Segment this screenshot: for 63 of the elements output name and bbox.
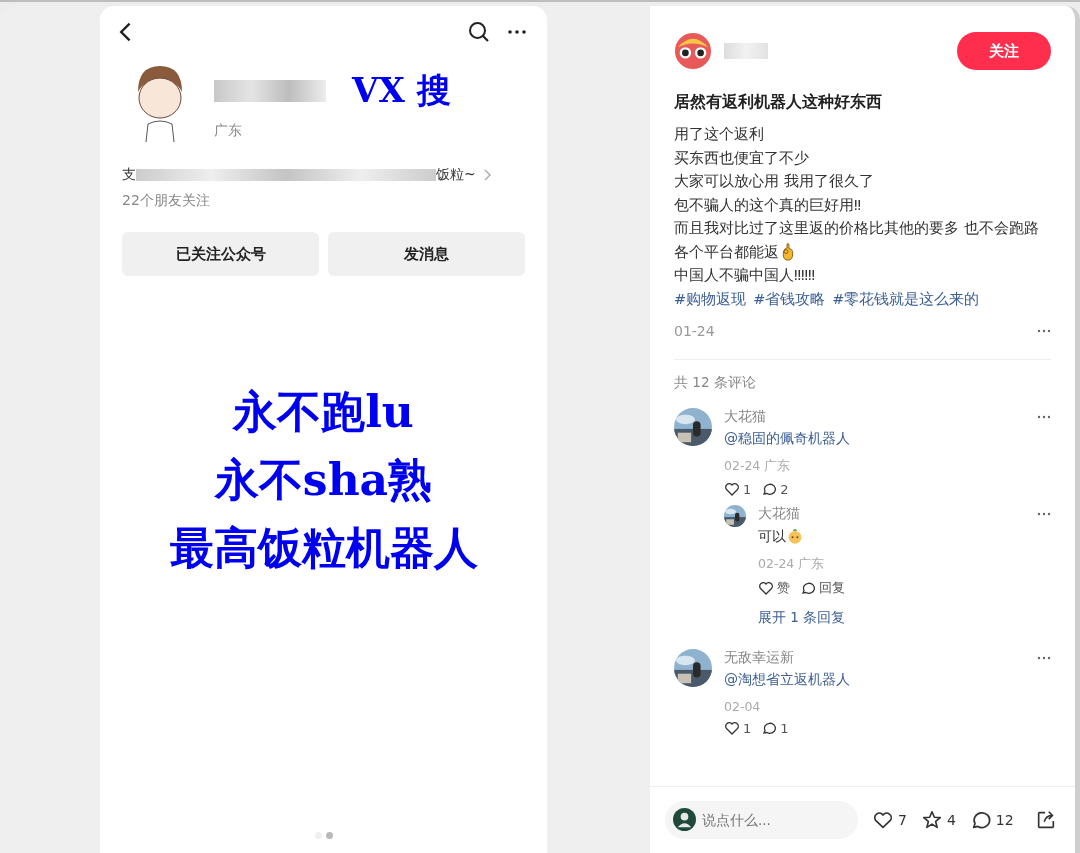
reply-button[interactable]: 1 bbox=[761, 720, 789, 736]
heart-icon bbox=[758, 580, 774, 596]
reply-button[interactable]: 回复 bbox=[800, 579, 845, 597]
comment-text: @稳固的佩奇机器人 bbox=[724, 430, 850, 448]
speech-bubble-icon bbox=[761, 481, 778, 497]
heart-icon bbox=[724, 481, 740, 497]
post-date: 01-24 bbox=[674, 323, 715, 339]
friends-count: 22个朋友关注 bbox=[121, 191, 211, 210]
follow-button[interactable]: 关注 bbox=[957, 32, 1051, 70]
profile-button[interactable]: 已关注公众号 bbox=[122, 232, 319, 276]
expand-replies-link[interactable]: 展开 1 条回复 bbox=[758, 609, 1051, 627]
comment-author[interactable]: 大花猫 bbox=[758, 505, 800, 523]
heart-icon bbox=[872, 809, 894, 831]
profile-button[interactable]: 发消息 bbox=[328, 232, 525, 276]
hashtag-link[interactable]: #零花钱就是这么来的 bbox=[832, 287, 980, 311]
like-button[interactable]: 赞 bbox=[758, 579, 790, 597]
comment-text: 可以 bbox=[758, 527, 786, 546]
comment-meta: 02-24 广东 bbox=[724, 458, 792, 475]
slogan-text: 最高饭粒机器人 bbox=[169, 521, 478, 575]
blurred-name bbox=[724, 43, 768, 59]
post-text: 而且我对比过了这里返的价格比其他的要多 也不会跑路 bbox=[674, 219, 1039, 238]
comment-button[interactable]: 12 bbox=[969, 809, 1014, 831]
star-icon bbox=[920, 809, 943, 831]
bio-text: 饭粒~ bbox=[436, 166, 476, 184]
post-text: 用了这个返利 bbox=[674, 125, 764, 144]
comment-meta: 02-04 bbox=[724, 699, 762, 714]
comment-count: 共 12 条评论 bbox=[674, 374, 757, 392]
comment-text: @淘想省立返机器人 bbox=[724, 671, 850, 689]
hashtag-link[interactable]: #省钱攻略 bbox=[753, 287, 826, 311]
slogan-text: 永不sha熟 bbox=[214, 453, 433, 507]
more-icon[interactable] bbox=[1037, 656, 1051, 660]
page-dot[interactable] bbox=[325, 832, 333, 839]
comment-author[interactable]: 无敌幸运新 bbox=[724, 649, 794, 667]
like-button[interactable]: 7 bbox=[872, 809, 907, 831]
share-icon[interactable] bbox=[1035, 809, 1057, 831]
heart-icon bbox=[724, 720, 740, 736]
like-button[interactable]: 1 bbox=[724, 481, 752, 497]
search-icon[interactable] bbox=[467, 20, 491, 44]
like-button[interactable]: 1 bbox=[724, 720, 752, 736]
speech-bubble-icon bbox=[800, 580, 816, 596]
reply-button[interactable]: 2 bbox=[761, 481, 789, 497]
post-text: 各个平台都能返 bbox=[674, 242, 779, 262]
more-icon[interactable] bbox=[1037, 512, 1051, 516]
user-avatar-icon bbox=[673, 808, 696, 831]
post-title: 居然有返利机器人这种好东西 bbox=[674, 92, 883, 113]
post-text: 中国人不骗中国人‼‼‼ bbox=[674, 266, 816, 285]
post-text: 大家可以放心用 我用了很久了 bbox=[674, 172, 874, 191]
comment-input[interactable]: 说点什么... bbox=[665, 801, 858, 839]
post-text: 包不骗人的这个真的巨好用‼ bbox=[674, 195, 862, 215]
emoji-icon bbox=[787, 527, 803, 546]
hashtag-link[interactable]: #购物返现 bbox=[674, 287, 747, 311]
overlay-text: VX 搜 bbox=[352, 69, 451, 112]
favorite-button[interactable]: 4 bbox=[920, 809, 956, 831]
region-label: 广东 bbox=[214, 122, 243, 140]
comment-meta: 02-24 广东 bbox=[758, 556, 826, 573]
bio-text: 支 bbox=[122, 166, 136, 184]
slogan-text: 永不跑lu bbox=[233, 385, 414, 439]
comment-author[interactable]: 大花猫 bbox=[724, 408, 766, 426]
avatar-drawing bbox=[674, 32, 712, 70]
post-text: 买东西也便宜了不少 bbox=[674, 148, 809, 168]
more-icon[interactable] bbox=[1037, 329, 1051, 333]
more-icon[interactable] bbox=[1037, 415, 1051, 419]
speech-bubble-icon bbox=[761, 720, 778, 736]
